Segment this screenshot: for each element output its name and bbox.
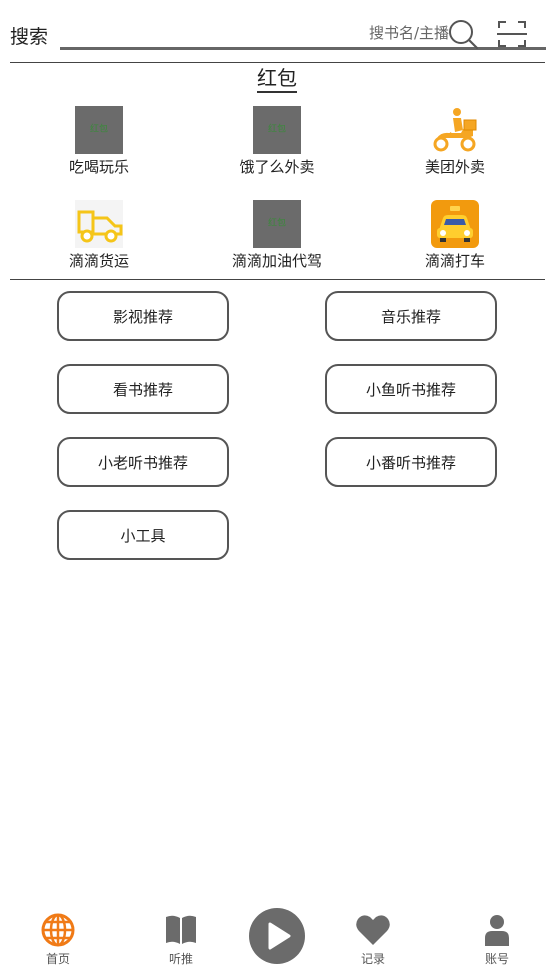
nav-history[interactable]: 记录 xyxy=(338,912,408,967)
redpacket-item-label: 吃喝玩乐 xyxy=(68,158,129,176)
play-button[interactable] xyxy=(249,908,305,964)
book-recommend-button[interactable]: 看书推荐 xyxy=(57,364,229,414)
redpacket-item-label: 饿了么外卖 xyxy=(239,158,315,176)
redpacket-title: 红包 xyxy=(257,66,297,93)
play-icon xyxy=(268,922,291,950)
music-recommend-button[interactable]: 音乐推荐 xyxy=(325,291,497,341)
redpacket-item-label: 滴滴加油代驾 xyxy=(231,252,322,270)
section-divider xyxy=(10,279,545,280)
section-title: 红包 xyxy=(0,66,554,93)
user-icon xyxy=(462,912,532,948)
nav-listen[interactable]: 听推 xyxy=(146,912,216,967)
redpacket-item-didi-taxi[interactable]: 滴滴打车 xyxy=(385,200,525,271)
nav-account-label: 账号 xyxy=(484,952,509,966)
nav-listen-label: 听推 xyxy=(168,952,193,966)
truck-icon xyxy=(75,200,123,248)
redpacket-item-chihewanle[interactable]: 红包 吃喝玩乐 xyxy=(29,106,169,177)
header-divider xyxy=(10,62,545,63)
redpacket-item-didi-freight[interactable]: 滴滴货运 xyxy=(29,200,169,271)
xiaoyu-audiobook-button[interactable]: 小鱼听书推荐 xyxy=(325,364,497,414)
globe-icon xyxy=(23,912,93,948)
redpacket-item-eleme[interactable]: 红包 饿了么外卖 xyxy=(207,106,347,177)
broken-image-icon: 红包 xyxy=(253,200,301,248)
broken-image-icon: 红包 xyxy=(253,106,301,154)
delivery-scooter-icon xyxy=(431,106,479,154)
xiaofan-audiobook-button[interactable]: 小番听书推荐 xyxy=(325,437,497,487)
book-icon xyxy=(146,912,216,948)
broken-image-icon: 红包 xyxy=(75,106,123,154)
scan-icon[interactable] xyxy=(497,19,527,49)
nav-home[interactable]: 首页 xyxy=(23,912,93,967)
app-screen: 搜索 红包 红包 吃喝玩乐 红包 饿了么外卖 xyxy=(0,0,554,971)
redpacket-item-label: 滴滴打车 xyxy=(424,252,485,270)
tools-button[interactable]: 小工具 xyxy=(57,510,229,560)
redpacket-item-meituan[interactable]: 美团外卖 xyxy=(385,106,525,177)
nav-home-label: 首页 xyxy=(45,952,70,966)
search-label: 搜索 xyxy=(10,26,49,48)
search-input[interactable] xyxy=(249,24,449,42)
xiaolao-audiobook-button[interactable]: 小老听书推荐 xyxy=(57,437,229,487)
search-icon[interactable] xyxy=(448,19,478,49)
movie-recommend-button[interactable]: 影视推荐 xyxy=(57,291,229,341)
redpacket-item-label: 滴滴货运 xyxy=(68,252,129,270)
heart-icon xyxy=(338,912,408,948)
nav-account[interactable]: 账号 xyxy=(462,912,532,967)
taxi-icon xyxy=(431,200,479,248)
redpacket-item-didi-fuel[interactable]: 红包 滴滴加油代驾 xyxy=(207,200,347,271)
redpacket-item-label: 美团外卖 xyxy=(424,158,485,176)
nav-history-label: 记录 xyxy=(360,952,385,966)
